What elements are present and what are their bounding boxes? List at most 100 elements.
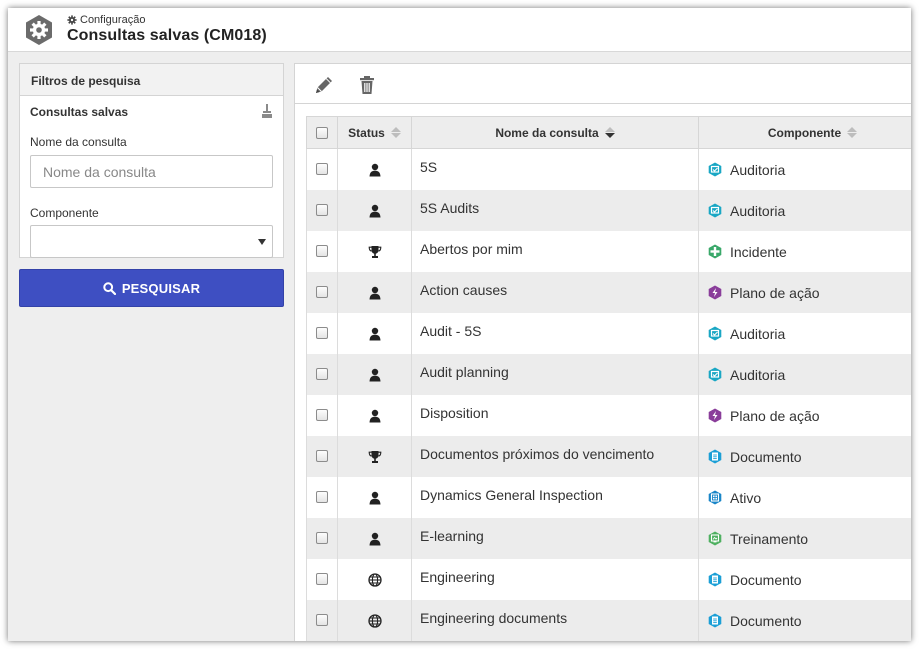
row-status-cell — [337, 599, 412, 641]
user-icon — [369, 204, 380, 218]
row-component-cell: Documento — [698, 599, 911, 641]
row-checkbox[interactable] — [316, 163, 328, 176]
table-row[interactable]: Audit - 5S Auditoria — [306, 312, 911, 354]
table-row[interactable]: Engineering Documento — [306, 558, 911, 600]
row-checkbox[interactable] — [316, 450, 328, 462]
row-checkbox[interactable] — [316, 327, 328, 339]
table-row[interactable]: Abertos por mim Incidente — [306, 230, 911, 272]
table-header-row: Status Nome da consulta Componente — [306, 116, 911, 149]
row-component-cell: Ativo — [698, 476, 911, 518]
row-name: Audit planning — [411, 353, 699, 395]
results-panel: Status Nome da consulta Componente 5S Au… — [294, 63, 911, 641]
incidente-icon — [708, 244, 722, 259]
select-all-checkbox[interactable] — [316, 126, 328, 139]
gear-logo-icon — [26, 15, 52, 45]
sort-icon — [390, 127, 401, 138]
clear-filters-icon[interactable] — [261, 104, 273, 118]
row-name: Dynamics General Inspection — [411, 476, 699, 518]
user-icon — [369, 491, 380, 505]
row-component: Auditoria — [730, 161, 786, 178]
app-header: Configuração Consultas salvas (CM018) — [8, 8, 911, 52]
component-column-label: Componente — [767, 125, 842, 140]
row-name: Documentos próximos do vencimento — [411, 435, 699, 477]
ativo-icon — [708, 490, 722, 505]
row-select-cell — [306, 353, 338, 395]
row-component: Treinamento — [730, 530, 809, 547]
table-row[interactable]: 5S Audits Auditoria — [306, 189, 911, 231]
row-name: Disposition — [411, 394, 699, 436]
user-icon — [369, 409, 380, 423]
row-name: Engineering documents — [411, 599, 699, 641]
globe-icon — [367, 614, 382, 628]
table-row[interactable]: Documentos próximos do vencimento Documen… — [306, 435, 911, 477]
row-checkbox[interactable] — [316, 532, 328, 544]
caret-down-icon — [258, 239, 266, 245]
row-status-cell — [337, 312, 412, 354]
name-input[interactable] — [30, 155, 273, 188]
row-component-cell: Treinamento — [698, 517, 911, 559]
table-row[interactable]: 5S Auditoria — [306, 148, 911, 190]
row-component: Incidente — [730, 243, 787, 260]
app-window: Configuração Consultas salvas (CM018) Fi… — [8, 8, 911, 641]
component-select[interactable] — [30, 225, 273, 258]
breadcrumb-label[interactable]: Configuração — [80, 14, 145, 26]
row-checkbox[interactable] — [316, 614, 328, 626]
row-component: Ativo — [730, 489, 762, 506]
row-status-cell — [337, 517, 412, 559]
toolbar — [295, 64, 911, 104]
search-button[interactable]: PESQUISAR — [19, 269, 284, 307]
gear-icon — [67, 15, 77, 25]
plano-de-acao-icon — [708, 408, 722, 423]
row-select-cell — [306, 435, 338, 477]
documento-icon — [708, 572, 722, 587]
table-row[interactable]: Dynamics General Inspection Ativo — [306, 476, 911, 518]
row-component: Auditoria — [730, 366, 786, 383]
row-select-cell — [306, 312, 338, 354]
user-icon — [369, 368, 380, 382]
name-column-label: Nome da consulta — [495, 125, 599, 140]
row-component: Documento — [730, 448, 802, 465]
component-column-header[interactable]: Componente — [698, 116, 911, 149]
row-component-cell: Auditoria — [698, 148, 911, 190]
sort-desc-icon — [604, 127, 615, 138]
row-select-cell — [306, 271, 338, 313]
row-checkbox[interactable] — [316, 245, 328, 257]
breadcrumb[interactable]: Configuração — [67, 14, 145, 26]
user-icon — [369, 286, 380, 300]
row-select-cell — [306, 599, 338, 641]
row-checkbox[interactable] — [316, 491, 328, 503]
documento-icon — [708, 613, 722, 628]
row-status-cell — [337, 189, 412, 231]
table-row[interactable]: Engineering documents Documento — [306, 599, 911, 641]
table-row[interactable]: Audit planning Auditoria — [306, 353, 911, 395]
edit-button[interactable] — [312, 73, 336, 97]
delete-button[interactable] — [355, 73, 379, 97]
sort-icon — [847, 127, 858, 138]
row-name: Action causes — [411, 271, 699, 313]
auditoria-icon — [708, 367, 722, 382]
status-column-header[interactable]: Status — [337, 116, 412, 149]
row-status-cell — [337, 394, 412, 436]
row-checkbox[interactable] — [316, 204, 328, 216]
row-status-cell — [337, 353, 412, 395]
trophy-icon — [368, 451, 381, 464]
row-component-cell: Auditoria — [698, 353, 911, 395]
table-row[interactable]: Disposition Plano de ação — [306, 394, 911, 436]
table-row[interactable]: E-learning Treinamento — [306, 517, 911, 559]
auditoria-icon — [708, 326, 722, 341]
row-name: E-learning — [411, 517, 699, 559]
row-checkbox[interactable] — [316, 409, 328, 421]
row-checkbox[interactable] — [316, 368, 328, 380]
row-select-cell — [306, 148, 338, 190]
component-field-label: Componente — [30, 206, 99, 220]
table-row[interactable]: Action causes Plano de ação — [306, 271, 911, 313]
row-checkbox[interactable] — [316, 286, 328, 298]
plano-de-acao-icon — [708, 285, 722, 300]
auditoria-icon — [708, 203, 722, 218]
treinamento-icon — [708, 531, 722, 546]
pencil-icon — [316, 77, 332, 93]
trophy-icon — [368, 246, 381, 259]
row-checkbox[interactable] — [316, 573, 328, 585]
user-icon — [369, 327, 380, 341]
name-column-header[interactable]: Nome da consulta — [411, 116, 699, 149]
